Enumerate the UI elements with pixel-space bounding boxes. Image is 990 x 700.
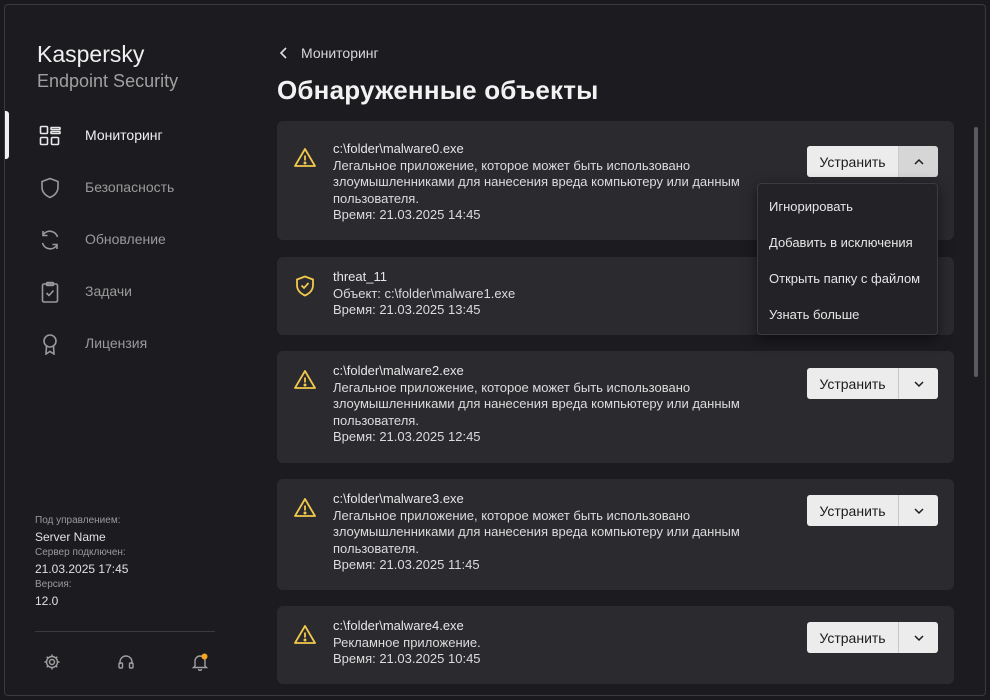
item-description: Объект: c:\folder\malware1.exe xyxy=(333,285,516,301)
item-title: c:\folder\malware0.exe xyxy=(333,141,464,156)
shield-icon xyxy=(41,177,59,199)
chevron-down-icon xyxy=(913,380,924,387)
sidebar-item-update[interactable]: Обновление xyxy=(5,213,243,265)
item-time: Время: 21.03.2025 14:45 xyxy=(333,207,481,222)
brand-product: Endpoint Security xyxy=(37,71,179,91)
sidebar-item-tasks[interactable]: Задачи xyxy=(5,265,243,317)
connected-value: 21.03.2025 17:45 xyxy=(35,562,129,576)
chevron-down-icon xyxy=(913,507,924,514)
fix-options-toggle[interactable] xyxy=(898,495,938,526)
item-details: c:\folder\malware0.exe Легальное приложе… xyxy=(333,141,773,224)
breadcrumb[interactable]: Мониторинг xyxy=(277,45,379,61)
item-time: Время: 21.03.2025 12:45 xyxy=(333,429,481,444)
item-title: c:\folder\malware2.exe xyxy=(333,363,464,378)
fix-options-toggle[interactable] xyxy=(898,368,938,399)
fix-button-group: Устранить xyxy=(807,146,938,177)
list-item: c:\folder\malware3.exe Легальное приложе… xyxy=(277,479,954,590)
fix-options-toggle[interactable] xyxy=(898,146,938,177)
sidebar-item-label: Безопасность xyxy=(85,179,175,195)
fix-button-group: Устранить xyxy=(807,622,938,653)
sidebar-item-license[interactable]: Лицензия xyxy=(5,317,243,369)
list-item: c:\folder\malware2.exe Легальное приложе… xyxy=(277,351,954,463)
item-description: злоумышленниками для нанесения вреда ком… xyxy=(333,174,740,189)
license-ribbon-icon xyxy=(43,334,57,355)
menu-item-add-exclusion[interactable]: Добавить в исключения xyxy=(758,224,937,260)
warning-icon xyxy=(294,625,316,644)
monitoring-grid-icon xyxy=(39,125,61,146)
warning-icon xyxy=(294,148,316,167)
managed-value: Server Name xyxy=(35,530,106,544)
item-title: c:\folder\malware3.exe xyxy=(333,491,464,506)
item-time: Время: 21.03.2025 13:45 xyxy=(333,302,481,317)
refresh-icon xyxy=(41,230,59,250)
list-item: c:\folder\malware4.exe Рекламное приложе… xyxy=(277,606,954,684)
chevron-up-icon xyxy=(913,158,924,165)
item-description: Легальное приложение, которое может быть… xyxy=(333,157,691,173)
sidebar-nav: Мониторинг Безопасность Обновление Задач… xyxy=(5,109,243,369)
gear-icon[interactable] xyxy=(43,653,61,671)
item-description: пользователя. xyxy=(333,412,419,428)
headset-icon[interactable] xyxy=(117,653,135,671)
item-details: c:\folder\malware2.exe Легальное приложе… xyxy=(333,363,773,446)
sidebar: Kaspersky Endpoint Security Мониторинг Б… xyxy=(5,5,243,695)
item-description: злоумышленниками для нанесения вреда ком… xyxy=(333,396,740,411)
brand-logo: Kaspersky Endpoint Security xyxy=(37,41,179,91)
scrollbar[interactable] xyxy=(974,127,978,377)
fix-options-menu: Игнорировать Добавить в исключения Откры… xyxy=(757,183,938,335)
sidebar-bottom-toolbar xyxy=(5,649,243,673)
sidebar-item-label: Лицензия xyxy=(85,335,148,351)
item-description: Легальное приложение, которое может быть… xyxy=(333,379,691,395)
fix-button-group: Устранить xyxy=(807,368,938,399)
warning-icon xyxy=(294,370,316,389)
fix-options-toggle[interactable] xyxy=(898,622,938,653)
sidebar-item-label: Задачи xyxy=(85,283,133,299)
connected-label: Сервер подключен: xyxy=(35,547,126,558)
sidebar-item-monitoring[interactable]: Мониторинг xyxy=(5,109,243,161)
item-description: пользователя. xyxy=(333,190,419,206)
fix-button[interactable]: Устранить xyxy=(807,622,898,653)
fix-button[interactable]: Устранить xyxy=(807,495,898,526)
notification-dot xyxy=(201,653,208,660)
warning-icon xyxy=(294,498,316,517)
item-title: threat_11 xyxy=(333,269,387,284)
chevron-left-icon[interactable] xyxy=(277,46,291,60)
version-value: 12.0 xyxy=(35,594,59,608)
sidebar-item-label: Обновление xyxy=(85,231,166,247)
item-description: пользователя. xyxy=(333,540,419,556)
bell-icon[interactable] xyxy=(191,653,209,671)
version-label: Версия: xyxy=(35,579,72,590)
app-window: Kaspersky Endpoint Security Мониторинг Б… xyxy=(4,4,986,696)
item-details: threat_11 Объект: c:\folder\malware1.exe… xyxy=(333,269,773,319)
menu-item-learn-more[interactable]: Узнать больше xyxy=(758,296,937,332)
menu-item-open-folder[interactable]: Открыть папку с файлом xyxy=(758,260,937,296)
brand-name: Kaspersky xyxy=(37,41,145,67)
item-description: злоумышленниками для нанесения вреда ком… xyxy=(333,524,740,539)
fix-button-group: Устранить xyxy=(807,495,938,526)
item-description: Рекламное приложение. xyxy=(333,634,481,650)
fix-button[interactable]: Устранить xyxy=(807,146,898,177)
system-info: Под управлением: Server Name Сервер подк… xyxy=(35,513,225,609)
chevron-down-icon xyxy=(913,634,924,641)
breadcrumb-monitoring[interactable]: Мониторинг xyxy=(301,45,379,61)
fix-button[interactable]: Устранить xyxy=(807,368,898,399)
sidebar-divider xyxy=(35,631,215,632)
item-details: c:\folder\malware4.exe Рекламное приложе… xyxy=(333,618,773,668)
item-time: Время: 21.03.2025 10:45 xyxy=(333,651,481,666)
item-time: Время: 21.03.2025 11:45 xyxy=(333,557,480,572)
item-description: Легальное приложение, которое может быть… xyxy=(333,507,691,523)
page-title: Обнаруженные объекты xyxy=(277,75,599,105)
shield-check-icon xyxy=(296,275,314,297)
clipboard-check-icon xyxy=(41,281,59,303)
item-title: c:\folder\malware4.exe xyxy=(333,618,464,633)
managed-label: Под управлением: xyxy=(35,515,121,526)
sidebar-item-label: Мониторинг xyxy=(85,127,163,143)
item-details: c:\folder\malware3.exe Легальное приложе… xyxy=(333,491,773,574)
sidebar-item-security[interactable]: Безопасность xyxy=(5,161,243,213)
menu-item-ignore[interactable]: Игнорировать xyxy=(758,188,937,224)
